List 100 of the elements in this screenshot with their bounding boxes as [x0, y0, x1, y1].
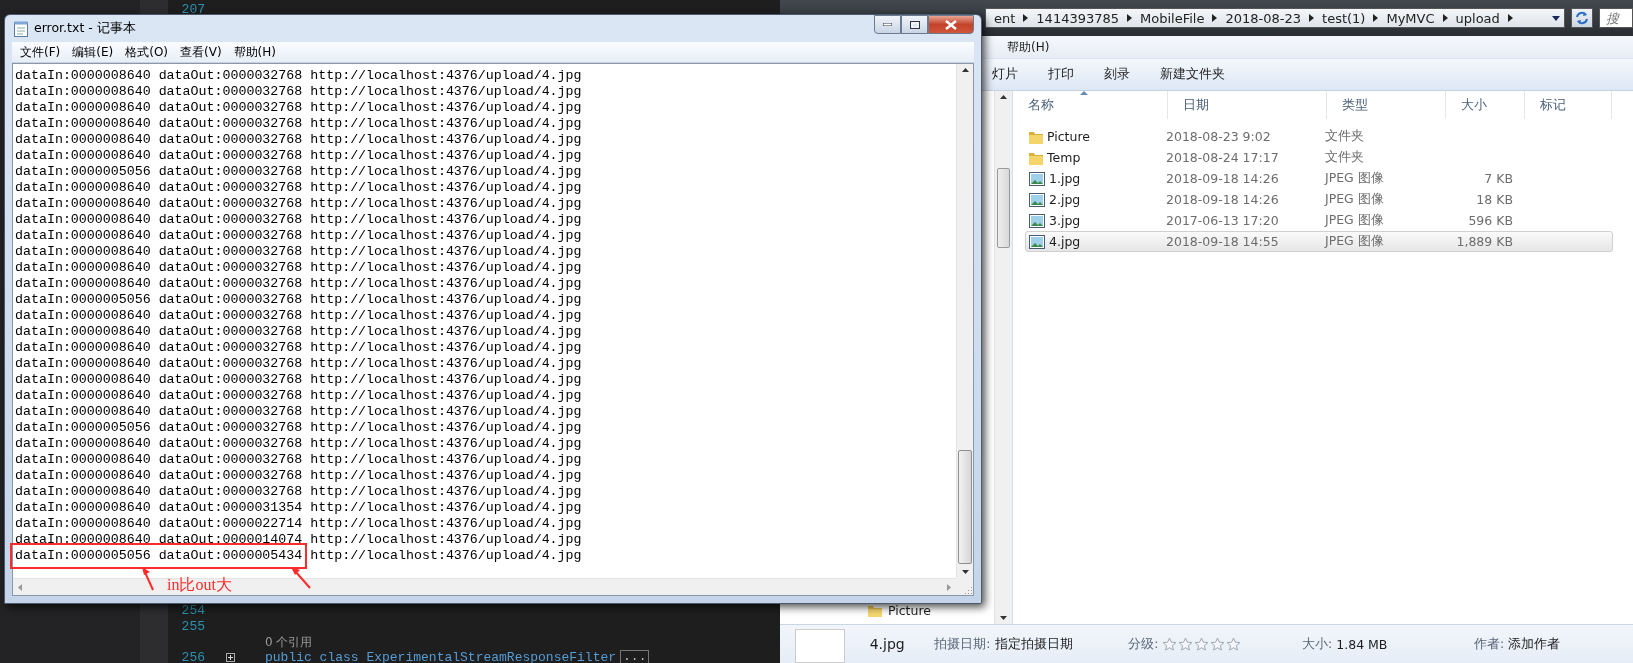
breadcrumb-segment[interactable]: 2018-08-23: [1225, 10, 1302, 26]
breadcrumb-segment[interactable]: test(1): [1322, 10, 1366, 26]
maximize-icon: [909, 20, 920, 29]
scroll-up-arrow-icon[interactable]: [1000, 95, 1007, 99]
file-date: 2018-08-23 9:02: [1166, 129, 1272, 144]
chevron-icon: [1212, 14, 1218, 22]
search-field[interactable]: 搜: [1599, 8, 1633, 28]
toolbar-button[interactable]: 刻录: [1104, 66, 1130, 83]
folder-icon: [868, 604, 882, 617]
breadcrumb-segment[interactable]: MobileFile: [1140, 10, 1205, 26]
code-text: public class ExperimentalStreamResponseFilter: [265, 650, 617, 663]
file-name: Picture: [1047, 129, 1090, 144]
chevron-icon: [1507, 14, 1513, 22]
log-line: dataIn:0000008640 dataOut:0000032768 http://localhost:4376/upload/4.jpg: [15, 148, 582, 164]
menu-item[interactable]: 格式(O): [119, 43, 175, 61]
field-label: 大小:: [1302, 635, 1333, 653]
log-line: dataIn:0000008640 dataOut:0000032768 http://localhost:4376/upload/4.jpg: [15, 372, 582, 388]
log-line: dataIn:0000008640 dataOut:0000022714 http://localhost:4376/upload/4.jpg: [15, 516, 582, 532]
breadcrumb-segment[interactable]: upload: [1455, 10, 1500, 26]
file-type: JPEG 图像: [1325, 212, 1385, 229]
chevron-icon: [1442, 14, 1448, 22]
toolbar-button[interactable]: 灯片: [992, 66, 1018, 83]
field-label: 分级:: [1128, 635, 1159, 653]
column-header[interactable]: 标记: [1525, 91, 1612, 119]
log-line: dataIn:0000005056 dataOut:0000032768 http://localhost:4376/upload/4.jpg: [15, 420, 582, 436]
menu-item[interactable]: 帮助(H): [227, 43, 282, 61]
sort-arrow-icon: [1080, 91, 1088, 95]
file-row[interactable]: 2.jpg 2018-09-18 14:26 JPEG 图像 18 KB: [1025, 189, 1613, 210]
annotation-label: in比out大: [167, 575, 232, 595]
file-name: 4.jpg: [868, 636, 906, 652]
folder-icon: [1029, 129, 1043, 144]
address-bar[interactable]: ent 1414393785 MobileFile 2018-08-23 test(1) MyMVC upload: [985, 8, 1565, 28]
column-header[interactable]: 日期: [1168, 91, 1327, 119]
folder-icon: [1029, 150, 1043, 165]
field-label: 作者:: [1474, 635, 1505, 653]
minimize-button[interactable]: [874, 15, 901, 34]
collapsed-code-marker[interactable]: ...: [620, 650, 650, 663]
refresh-icon: [1575, 11, 1589, 25]
log-line: dataIn:0000008640 dataOut:0000032768 http://localhost:4376/upload/4.jpg: [15, 116, 582, 132]
file-date: 2017-06-13 17:20: [1166, 213, 1280, 228]
log-line: dataIn:0000008640 dataOut:0000032768 http://localhost:4376/upload/4.jpg: [15, 212, 582, 228]
log-line: dataIn:0000008640 dataOut:0000032768 http://localhost:4376/upload/4.jpg: [15, 452, 582, 468]
reference-count[interactable]: 0 个引用: [265, 635, 780, 650]
chevron-icon: [1127, 14, 1133, 22]
file-date: 2018-09-18 14:26: [1166, 192, 1280, 207]
log-line: dataIn:0000008640 dataOut:0000032768 http://localhost:4376/upload/4.jpg: [15, 132, 582, 148]
resize-grip-icon[interactable]: [963, 585, 973, 595]
file-name: 2.jpg: [1049, 192, 1081, 207]
file-row[interactable]: Picture 2018-08-23 9:02 文件夹: [1025, 126, 1613, 147]
toolbar-button[interactable]: 新建文件夹: [1160, 66, 1225, 83]
log-line: dataIn:0000008640 dataOut:0000032768 http://localhost:4376/upload/4.jpg: [15, 308, 582, 324]
log-line: dataIn:0000008640 dataOut:0000032768 http://localhost:4376/upload/4.jpg: [15, 324, 582, 340]
file-row[interactable]: 1.jpg 2018-09-18 14:26 JPEG 图像 7 KB: [1025, 168, 1613, 189]
log-line: dataIn:0000008640 dataOut:0000032768 http://localhost:4376/upload/4.jpg: [15, 340, 582, 356]
log-line: dataIn:0000008640 dataOut:0000032768 http://localhost:4376/upload/4.jpg: [15, 468, 582, 484]
column-header[interactable]: 类型: [1327, 91, 1446, 119]
scroll-up-arrow-icon[interactable]: [961, 68, 969, 72]
star-icon: [1210, 636, 1226, 652]
breadcrumb-segment[interactable]: 1414393785: [1036, 10, 1120, 26]
menu-item[interactable]: 帮助(H): [1003, 38, 1054, 56]
field-value[interactable]: 添加作者: [1508, 635, 1561, 653]
column-header[interactable]: 名称: [1013, 91, 1168, 119]
star-icon: [1162, 636, 1178, 652]
scrollbar-thumb[interactable]: [997, 167, 1010, 248]
image-file-icon: [1029, 192, 1045, 207]
star-rating[interactable]: [1162, 636, 1242, 652]
log-line: dataIn:0000008640 dataOut:0000032768 http://localhost:4376/upload/4.jpg: [15, 404, 582, 420]
file-size: 7 KB: [1483, 171, 1514, 186]
file-name: 1.jpg: [1049, 171, 1081, 186]
close-button[interactable]: [928, 15, 974, 34]
log-line: dataIn:0000008640 dataOut:0000032768 http://localhost:4376/upload/4.jpg: [15, 356, 582, 372]
toolbar-button[interactable]: 打印: [1048, 66, 1074, 83]
dropdown-arrow-icon[interactable]: [1552, 15, 1560, 21]
window-title: error.txt - 记事本: [34, 20, 136, 37]
file-row[interactable]: Temp 2018-08-24 17:17 文件夹: [1025, 147, 1613, 168]
file-date: 2018-08-24 17:17: [1166, 150, 1280, 165]
file-row[interactable]: 3.jpg 2017-06-13 17:20 JPEG 图像 596 KB: [1025, 210, 1613, 231]
minimize-icon: [883, 23, 892, 26]
breadcrumb-segment[interactable]: ent: [994, 10, 1016, 26]
file-row[interactable]: 4.jpg 2018-09-18 14:55 JPEG 图像 1,889 KB: [1025, 231, 1613, 252]
image-file-icon: [1029, 171, 1045, 186]
log-line: dataIn:0000008640 dataOut:0000032768 http://localhost:4376/upload/4.jpg: [15, 100, 582, 116]
breadcrumb-segment[interactable]: MyMVC: [1386, 10, 1435, 26]
menu-item[interactable]: 编辑(E): [66, 43, 120, 61]
maximize-button[interactable]: [901, 15, 928, 34]
scrollbar-thumb[interactable]: [958, 450, 972, 564]
navigation-item[interactable]: Picture: [888, 603, 931, 618]
star-icon: [1194, 636, 1210, 652]
scroll-down-arrow-icon[interactable]: [1000, 616, 1007, 620]
log-line: dataIn:0000005056 dataOut:0000032768 http://localhost:4376/upload/4.jpg: [15, 292, 582, 308]
scroll-down-arrow-icon[interactable]: [961, 570, 969, 574]
menu-item[interactable]: 文件(F): [14, 43, 67, 61]
field-value[interactable]: 1.84 MB: [1336, 636, 1388, 652]
log-line: dataIn:0000008640 dataOut:0000031354 http://localhost:4376/upload/4.jpg: [15, 500, 582, 516]
column-header[interactable]: 大小: [1446, 91, 1525, 119]
field-value[interactable]: 指定拍摄日期: [994, 635, 1073, 653]
log-line: dataIn:0000005056 dataOut:0000032768 http://localhost:4376/upload/4.jpg: [15, 164, 582, 180]
refresh-button[interactable]: [1571, 8, 1593, 28]
menu-item[interactable]: 查看(V): [174, 43, 228, 61]
file-type: 文件夹: [1325, 128, 1365, 145]
